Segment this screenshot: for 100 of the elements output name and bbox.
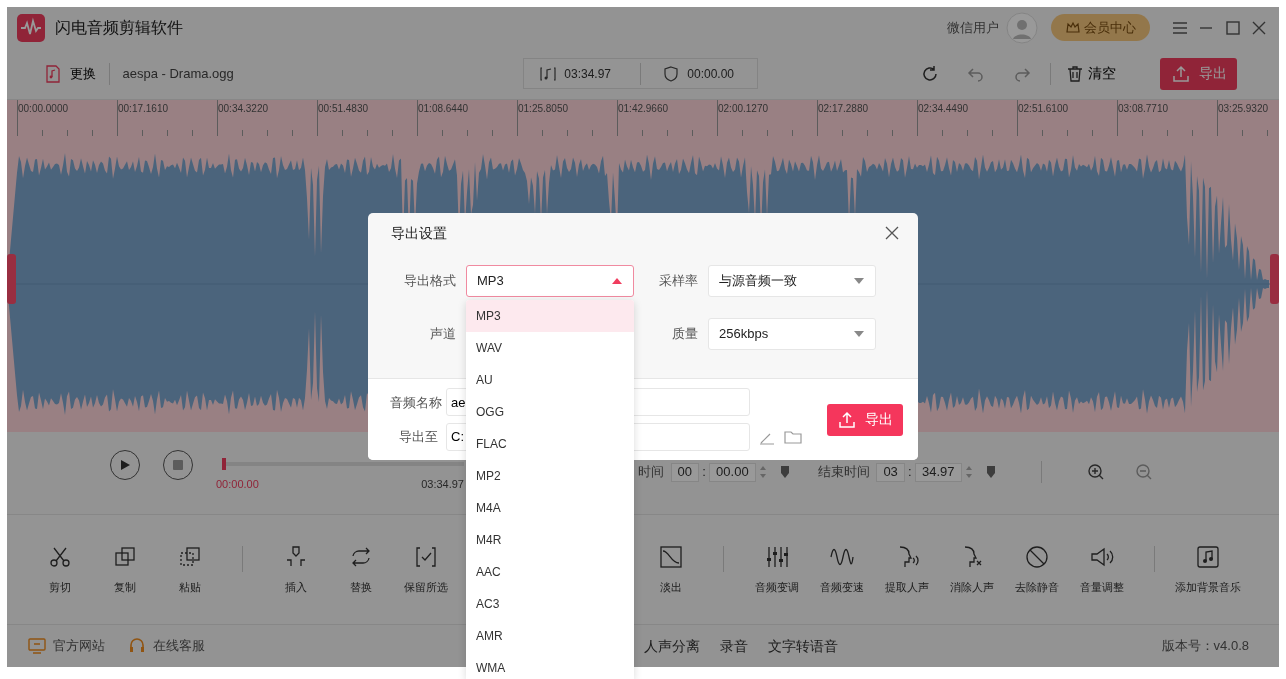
avatar-icon [1005,11,1038,44]
time-label: 02:17.2880 [818,103,869,114]
play-icon [119,459,131,471]
dropdown-option[interactable]: OGG [466,396,634,428]
field-label: 导出格式 [403,272,456,291]
field-label: 导出至 [398,428,438,446]
total-time: 03:34.97 [421,477,464,492]
zoom-out-icon[interactable] [1133,462,1154,482]
feature-tab[interactable]: 录音 [720,635,748,657]
position-time: 00:00.00 [216,477,259,492]
monitor-icon [27,636,47,656]
spinner-icon[interactable] [758,464,767,480]
time-label: 03:08.7710 [1118,103,1169,114]
stop-icon [172,459,184,471]
dropdown-option[interactable]: AMR [466,620,634,652]
export-button[interactable]: 导出 [1160,57,1238,90]
pin-icon[interactable] [985,465,996,479]
time-label: 00:51.4830 [318,103,369,114]
field-label: 质量 [671,325,698,344]
start-time-label: 时间 [638,463,664,482]
time-label: 02:34.4490 [918,103,969,114]
select-field[interactable]: 与源音频一致 [708,265,876,297]
export-button[interactable]: 导出 [827,403,903,436]
app-title: 闪电音频剪辑软件 [55,17,183,38]
status-link[interactable]: 官方网站 [27,636,105,656]
caret-up-icon [611,277,623,285]
start-seconds-field[interactable]: 00.00 [709,462,756,482]
time-label: 02:00.1270 [718,103,769,114]
feature-tab[interactable]: 文字转语音 [768,635,838,657]
clear-button[interactable]: 清空 [1064,63,1117,84]
field-label: 采样率 [658,272,698,291]
caret-down-icon [853,330,865,338]
time-label: 03:25.9320 [1218,103,1269,114]
end-seconds-field[interactable]: 34.97 [915,462,962,482]
status-link[interactable]: 在线客服 [127,636,205,656]
left-trim-handle[interactable] [7,254,16,304]
tool-button[interactable]: 插入 [263,543,328,596]
replace-button[interactable]: 更换 [43,63,96,84]
dialog-title: 导出设置 [391,223,447,243]
dropdown-option[interactable]: AC3 [466,588,634,620]
dropdown-option[interactable]: MP3 [466,300,634,332]
dropdown-option[interactable]: WAV [466,332,634,364]
dropdown-option[interactable]: WMA [466,652,634,679]
tool-button[interactable]: 音频变速 [809,543,874,596]
selection-length-text: 00:00.00 [687,65,734,83]
time-separator: : [702,463,706,482]
tool-button[interactable]: 消除人声 [939,543,1004,596]
tool-button[interactable]: 去除静音 [1004,543,1069,596]
music-note-icon [1195,543,1221,570]
time-label: 01:08.6440 [418,103,469,114]
tool-button[interactable]: 提取人声 [874,543,939,596]
file-name: aespa - Drama.ogg [122,64,234,83]
tool-button[interactable]: 粘贴 [157,543,222,596]
tool-button[interactable]: 复制 [92,543,157,596]
dropdown-option[interactable]: MP2 [466,460,634,492]
time-label: 00:00.0000 [18,103,69,114]
spinner-icon[interactable] [964,464,973,480]
version-text: 版本号：v4.0.8 [1161,637,1249,656]
time-label: 02:51.6100 [1018,103,1069,114]
upload-icon [1170,63,1191,84]
app-logo-icon [17,13,45,42]
time-label: 00:34.3220 [218,103,269,114]
play-button[interactable] [110,450,140,480]
fade-out-icon [657,543,684,570]
time-label: 00:17.1610 [118,103,169,114]
member-center-button[interactable]: 会员中心 [1050,14,1150,41]
select-field[interactable]: 256kbps [708,318,876,350]
tool-button[interactable]: 替换 [328,543,393,596]
dropdown-option[interactable]: M4A [466,492,634,524]
tool-button[interactable]: 保留所选 [393,543,458,596]
user-name: 微信用户 [947,18,1000,37]
tool-button[interactable]: 音量调整 [1069,543,1134,596]
end-time-label: 结束时间 [817,463,870,482]
dropdown-option[interactable]: AU [466,364,634,396]
right-trim-handle[interactable] [1270,254,1279,304]
tool-button[interactable]: 音频变调 [744,543,809,596]
no-sign-icon [1023,543,1050,570]
progress-thumb[interactable] [222,458,226,470]
time-label: 01:42.9660 [618,103,669,114]
zoom-in-icon[interactable] [1085,462,1106,482]
feature-tab[interactable]: 人声分离 [644,635,700,657]
duration-text: 03:34.97 [564,65,611,83]
time-separator: : [908,463,912,482]
dropdown-option[interactable]: AAC [466,556,634,588]
start-minutes-field[interactable]: 00 [670,462,699,482]
music-file-icon [43,63,63,84]
dropdown-option[interactable]: M4R [466,524,634,556]
end-minutes-field[interactable]: 03 [876,462,905,482]
upload-icon [837,409,857,430]
field-label: 声道 [429,325,456,344]
pin-icon[interactable] [779,465,790,479]
caret-down-icon [853,277,865,285]
select-field[interactable]: MP3 [466,265,634,297]
stop-button[interactable] [163,450,193,480]
time-label: 01:25.8050 [518,103,569,114]
dropdown-option[interactable]: FLAC [466,428,634,460]
tool-button[interactable]: 剪切 [27,543,92,596]
field-label: 音频名称 [390,393,443,412]
tool-button[interactable]: 淡出 [638,543,703,596]
tool-button[interactable]: 添加背景音乐 [1175,543,1241,596]
